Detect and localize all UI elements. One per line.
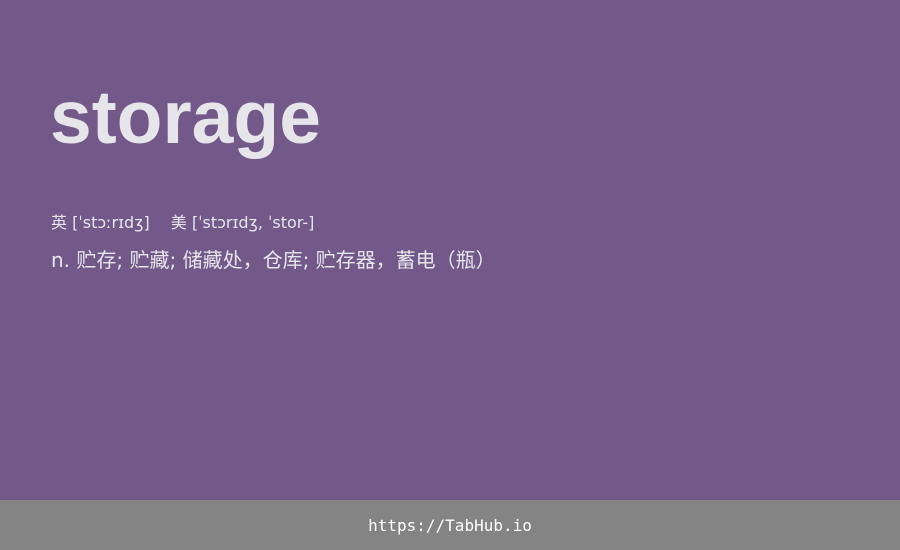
definition: n. 贮存; 贮藏; 储藏处，仓库; 贮存器，蓄电（瓶）: [51, 248, 496, 272]
word-card: storage 英 [ˈstɔːrɪdʒ] 美 [ˈstɔrɪdʒ, ˈstor…: [0, 0, 900, 500]
phonetic-uk: 英 [ˈstɔːrɪdʒ]: [51, 213, 150, 232]
tabhub-link[interactable]: https://TabHub.io: [368, 516, 532, 535]
phonetic-us: 美 [ˈstɔrɪdʒ, ˈstor-]: [170, 213, 315, 232]
headword: storage: [50, 75, 321, 159]
phonetics-row: 英 [ˈstɔːrɪdʒ] 美 [ˈstɔrɪdʒ, ˈstor-]: [51, 213, 314, 233]
footer-bar: https://TabHub.io: [0, 500, 900, 550]
